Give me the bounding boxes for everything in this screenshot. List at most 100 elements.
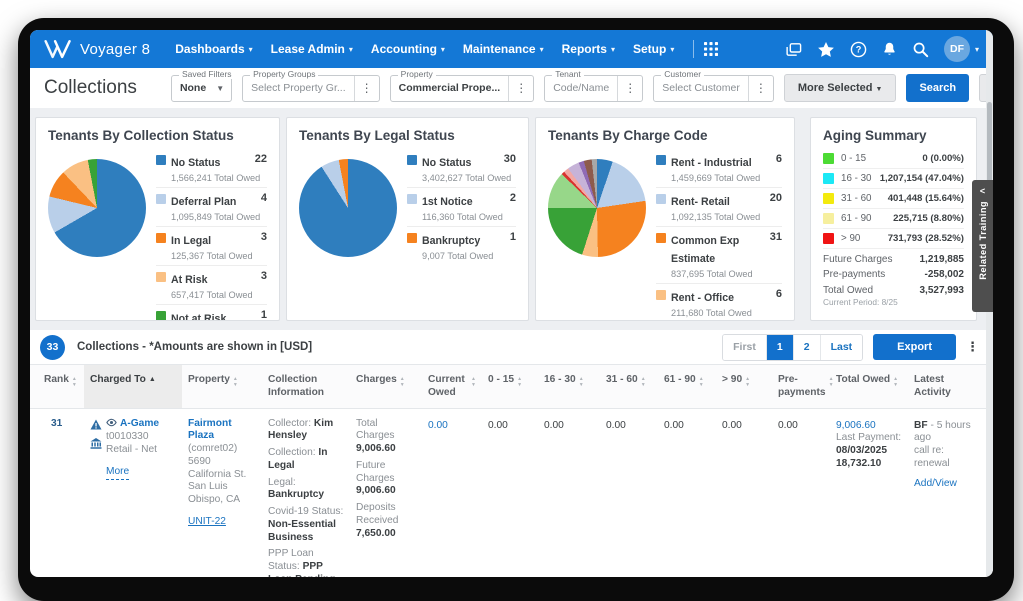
eye-icon[interactable]	[106, 418, 117, 432]
kebab-icon[interactable]: ⋮	[354, 76, 379, 101]
current-owed-link[interactable]: 0.00	[428, 420, 448, 431]
tenant-link[interactable]: A-Game	[120, 418, 159, 431]
total-owed-link[interactable]: 9,006.60	[836, 420, 876, 431]
legend-item-rent-retail: Rent- Retail1,092,135 Total Owed20	[656, 188, 782, 227]
bell-icon[interactable]	[882, 41, 897, 57]
tenant-field[interactable]: Tenant Code/Name ⋮	[544, 75, 643, 102]
column-header-charged-to[interactable]: Charged To▲	[84, 365, 182, 408]
apps-grid-icon[interactable]	[704, 42, 718, 56]
nav-item-lease-admin[interactable]: Lease Admin▾	[271, 42, 353, 56]
legend-label: No Status	[171, 157, 220, 169]
aging-value: 225,715 (8.80%)	[893, 213, 964, 224]
aging-row-90: > 90731,793 (28.52%)	[823, 229, 964, 249]
search-button[interactable]: Search	[906, 74, 969, 102]
more-link[interactable]: More	[106, 466, 129, 480]
summary-value: -258,002	[925, 269, 964, 280]
nav-item-setup[interactable]: Setup▾	[633, 42, 674, 56]
total-owed-cell: 9,006.60Last Payment:08/03/202518,732.10	[830, 409, 908, 578]
column-header-90[interactable]: > 90▲▼	[716, 365, 772, 408]
star-icon[interactable]	[817, 41, 835, 58]
legend-item-in-legal: In Legal125,367 Total Owed3	[156, 227, 267, 266]
column-header-16-30[interactable]: 16 - 30▲▼	[538, 365, 600, 408]
customer-value: Select Customer	[654, 82, 748, 94]
kebab-icon[interactable]: ⋮	[508, 76, 533, 101]
sort-icon: ▲▼	[893, 376, 898, 388]
legend-label: No Status	[422, 157, 471, 169]
property-groups-value: Select Property Gr...	[243, 82, 354, 94]
column-header-pre-payments[interactable]: Pre-payments▲▼	[772, 365, 830, 408]
top-nav: Voyager 8 Dashboards▾Lease Admin▾Account…	[30, 30, 993, 68]
saved-filters-label: Saved Filters	[179, 69, 235, 79]
legend-item-common-exp-estimate: Common Exp Estimate837,695 Total Owed31	[656, 227, 782, 284]
pie-chart	[48, 159, 146, 257]
unit-link[interactable]: UNIT-22	[188, 516, 226, 529]
column-header-31-60[interactable]: 31 - 60▲▼	[600, 365, 658, 408]
summary-label: Total OwedCurrent Period: 8/25	[823, 285, 898, 307]
user-menu[interactable]: DF ▾	[944, 36, 979, 62]
saved-filters-select[interactable]: Saved Filters None ▼	[171, 75, 232, 102]
legend-total-owed: 657,417 Total Owed	[171, 290, 253, 300]
nav-item-dashboards[interactable]: Dashboards▾	[175, 42, 252, 56]
kebab-icon[interactable]: ⋮	[748, 76, 773, 101]
legend-total-owed: 1,459,669 Total Owed	[671, 173, 760, 183]
kebab-icon[interactable]: ⋮	[966, 339, 979, 355]
column-header-61-90[interactable]: 61 - 90▲▼	[658, 365, 716, 408]
property-groups-field[interactable]: Property Groups Select Property Gr... ⋮	[242, 75, 380, 102]
legend-label: Rent - Office	[671, 292, 734, 304]
legend-count: 30	[499, 153, 516, 165]
search-icon[interactable]	[912, 41, 929, 58]
column-header-current-owed[interactable]: Current Owed▲▼	[422, 365, 482, 408]
column-header-charges[interactable]: Charges▲▼	[350, 365, 422, 408]
legend-item-rent-office: Rent - Office211,680 Total Owed6	[656, 284, 782, 321]
sort-icon: ▲▼	[471, 376, 476, 388]
sort-icon: ▲▼	[72, 376, 77, 388]
sort-icon: ▲▼	[641, 376, 646, 388]
column-header-total-owed[interactable]: Total Owed▲▼	[830, 365, 908, 408]
property-field[interactable]: Property Commercial Prope... ⋮	[390, 75, 535, 102]
chevron-down-icon: ▾	[540, 45, 544, 54]
page-button-1[interactable]: 1	[767, 335, 794, 360]
legend-item-deferral-plan: Deferral Plan1,095,849 Total Owed4	[156, 188, 267, 227]
aging-summary-pre-payments: Pre-payments-258,002	[823, 265, 964, 281]
column-header-0-15[interactable]: 0 - 15▲▼	[482, 365, 538, 408]
legend-count: 22	[250, 153, 267, 165]
aging-label: 31 - 60	[841, 193, 872, 204]
help-icon[interactable]: ?	[850, 41, 867, 58]
avatar[interactable]: DF	[944, 36, 970, 62]
nav-item-accounting[interactable]: Accounting▾	[371, 42, 445, 56]
export-button[interactable]: Export	[873, 334, 956, 360]
add-view-link[interactable]: Add/View	[914, 478, 957, 491]
nav-item-reports[interactable]: Reports▾	[562, 42, 615, 56]
legend-label: Not at Risk	[171, 313, 226, 321]
screenshot-canvas: Voyager 8 Dashboards▾Lease Admin▾Account…	[0, 0, 1023, 601]
legend-item-1st-notice: 1st Notice116,360 Total Owed2	[407, 188, 516, 227]
page-button-last[interactable]: Last	[821, 335, 863, 360]
current-owed-cell: 0.00	[422, 409, 482, 578]
more-selected-button[interactable]: More Selected ▼	[784, 74, 897, 102]
column-header-rank[interactable]: Rank▲▼	[38, 365, 84, 408]
customer-field[interactable]: Customer Select Customer ⋮	[653, 75, 774, 102]
page-button-first[interactable]: First	[723, 335, 767, 360]
related-training-tab[interactable]: < Related Training	[972, 180, 993, 312]
sort-icon: ▲▼	[745, 376, 750, 388]
sort-icon: ▲▼	[699, 376, 704, 388]
column-header-property[interactable]: Property▲▼	[182, 365, 262, 408]
aging-summary-total-owed: Total OwedCurrent Period: 8/253,527,993	[823, 280, 964, 307]
property-link[interactable]: Fairmont Plaza	[188, 418, 232, 442]
chart-card-tenants-by-collection-status: Tenants By Collection StatusNo Status1,5…	[35, 117, 280, 321]
chevron-down-icon: ▾	[349, 45, 353, 54]
legend-label: At Risk	[171, 274, 208, 286]
nav-item-maintenance[interactable]: Maintenance▾	[463, 42, 544, 56]
aging-summary-card: Aging Summary0 - 150 (0.00%)16 - 301,207…	[810, 117, 977, 321]
legend-swatch	[156, 272, 166, 282]
chart-title: Tenants By Legal Status	[299, 128, 516, 143]
chart-legend: No Status1,566,241 Total Owed22Deferral …	[156, 149, 267, 321]
windows-icon[interactable]	[785, 42, 802, 57]
chevron-down-icon: ▼	[214, 84, 231, 93]
page-button-2[interactable]: 2	[794, 335, 821, 360]
chevron-down-icon: ▾	[670, 45, 674, 54]
main-menu: Dashboards▾ Lease Admin▾ Accounting▾ Mainte…	[166, 42, 683, 56]
kebab-icon[interactable]: ⋮	[617, 76, 642, 101]
property-value: Commercial Prope...	[391, 82, 509, 94]
collection-info-cell: Collector: Kim HensleyCollection: In Leg…	[262, 409, 350, 578]
